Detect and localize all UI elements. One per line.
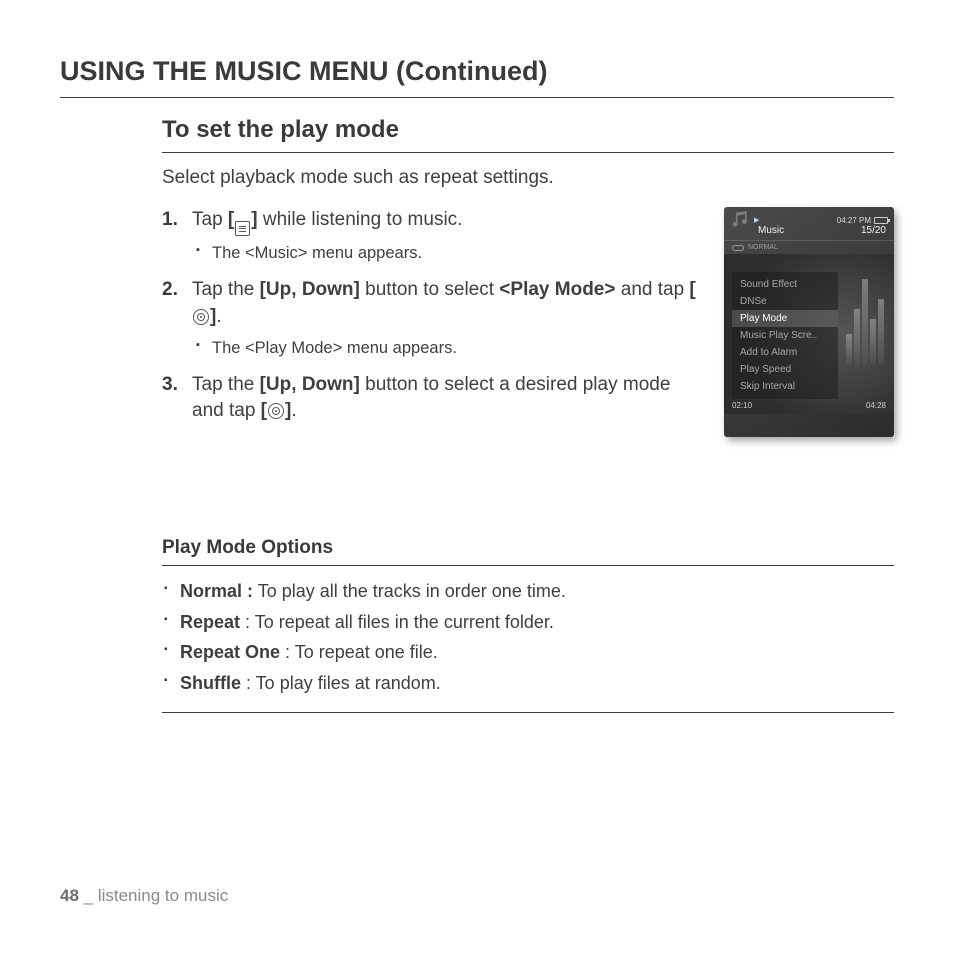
device-menu-item: Music Play Scre.. <box>732 327 838 344</box>
steps-column: Tap [] while listening to music. The <Mu… <box>162 207 706 437</box>
content-block: To set the play mode Select playback mod… <box>162 116 894 713</box>
equalizer-bars <box>846 274 884 364</box>
total-time: 04:28 <box>866 401 886 410</box>
device-menu-item: Sound Effect <box>732 276 838 293</box>
play-indicator-icon: ▶ <box>754 216 759 224</box>
options-title: Play Mode Options <box>162 537 894 566</box>
step-1-post: while listening to music. <box>258 209 463 230</box>
step-2-bold1: [Up, Down] <box>260 279 360 300</box>
option-item: Normal : To play all the tracks in order… <box>162 576 894 607</box>
device-title: Music <box>758 225 784 236</box>
device-track-count: 15/20 <box>861 225 886 236</box>
step-2-mid1: button to select <box>360 279 499 300</box>
option-item: Repeat One : To repeat one file. <box>162 637 894 668</box>
device-menu-item: Play Speed <box>732 361 838 378</box>
step-3-bold1: [Up, Down] <box>260 374 360 395</box>
option-name: Repeat One <box>180 642 280 662</box>
option-desc: To play all the tracks in order one time… <box>253 581 566 601</box>
device-menu-item: Skip Interval <box>732 378 838 395</box>
option-item: Repeat : To repeat all files in the curr… <box>162 607 894 638</box>
footer-sep: _ <box>79 886 98 905</box>
chapter-name: listening to music <box>98 886 228 905</box>
device-screenshot: ▶ 04:27 PM Music 15/20 NORMAL Sound Effe… <box>724 207 894 437</box>
step-2: Tap the [Up, Down] button to select <Pla… <box>162 277 706 359</box>
device-menu-item: Play Mode <box>732 310 838 327</box>
step-2-mid2: and tap <box>615 279 689 300</box>
option-name: Repeat <box>180 612 240 632</box>
device-menu-item: DNSe <box>732 293 838 310</box>
device-menu-item: Add to Alarm <box>732 344 838 361</box>
repeat-mode-icon <box>732 245 744 251</box>
device-menu: Sound EffectDNSePlay ModeMusic Play Scre… <box>732 272 838 399</box>
battery-icon <box>874 217 888 224</box>
option-name: Normal : <box>180 581 253 601</box>
option-name: Shuffle <box>180 673 241 693</box>
step-1-sub: The <Music> menu appears. <box>196 242 706 265</box>
step-3-pre: Tap the <box>192 374 260 395</box>
step-2-sub: The <Play Mode> menu appears. <box>196 337 706 360</box>
page-title: USING THE MUSIC MENU (Continued) <box>60 56 894 98</box>
target-icon <box>268 403 284 419</box>
device-mode-label: NORMAL <box>748 244 778 251</box>
step-2-bold2: <Play Mode> <box>499 279 615 300</box>
step-1: Tap [] while listening to music. The <Mu… <box>162 207 706 265</box>
page-footer: 48 _ listening to music <box>60 886 228 906</box>
option-desc: : To play files at random. <box>241 673 441 693</box>
section-intro: Select playback mode such as repeat sett… <box>162 167 894 189</box>
step-2-post: . <box>216 306 221 327</box>
elapsed-time: 02:10 <box>732 401 752 410</box>
step-2-bracket-open: [ <box>689 279 695 300</box>
device-clock: 04:27 PM <box>837 216 871 225</box>
option-item: Shuffle : To play files at random. <box>162 668 894 699</box>
step-3: Tap the [Up, Down] button to select a de… <box>162 372 706 425</box>
options-block: Play Mode Options Normal : To play all t… <box>162 537 894 713</box>
music-note-icon <box>730 211 750 229</box>
step-1-pre: Tap <box>192 209 228 230</box>
step-2-pre: Tap the <box>192 279 260 300</box>
page-number: 48 <box>60 886 79 905</box>
option-desc: : To repeat all files in the current fol… <box>240 612 554 632</box>
section-title: To set the play mode <box>162 116 894 153</box>
target-icon <box>193 309 209 325</box>
step-3-post: . <box>291 400 296 421</box>
option-desc: : To repeat one file. <box>280 642 438 662</box>
menu-icon <box>235 221 250 236</box>
